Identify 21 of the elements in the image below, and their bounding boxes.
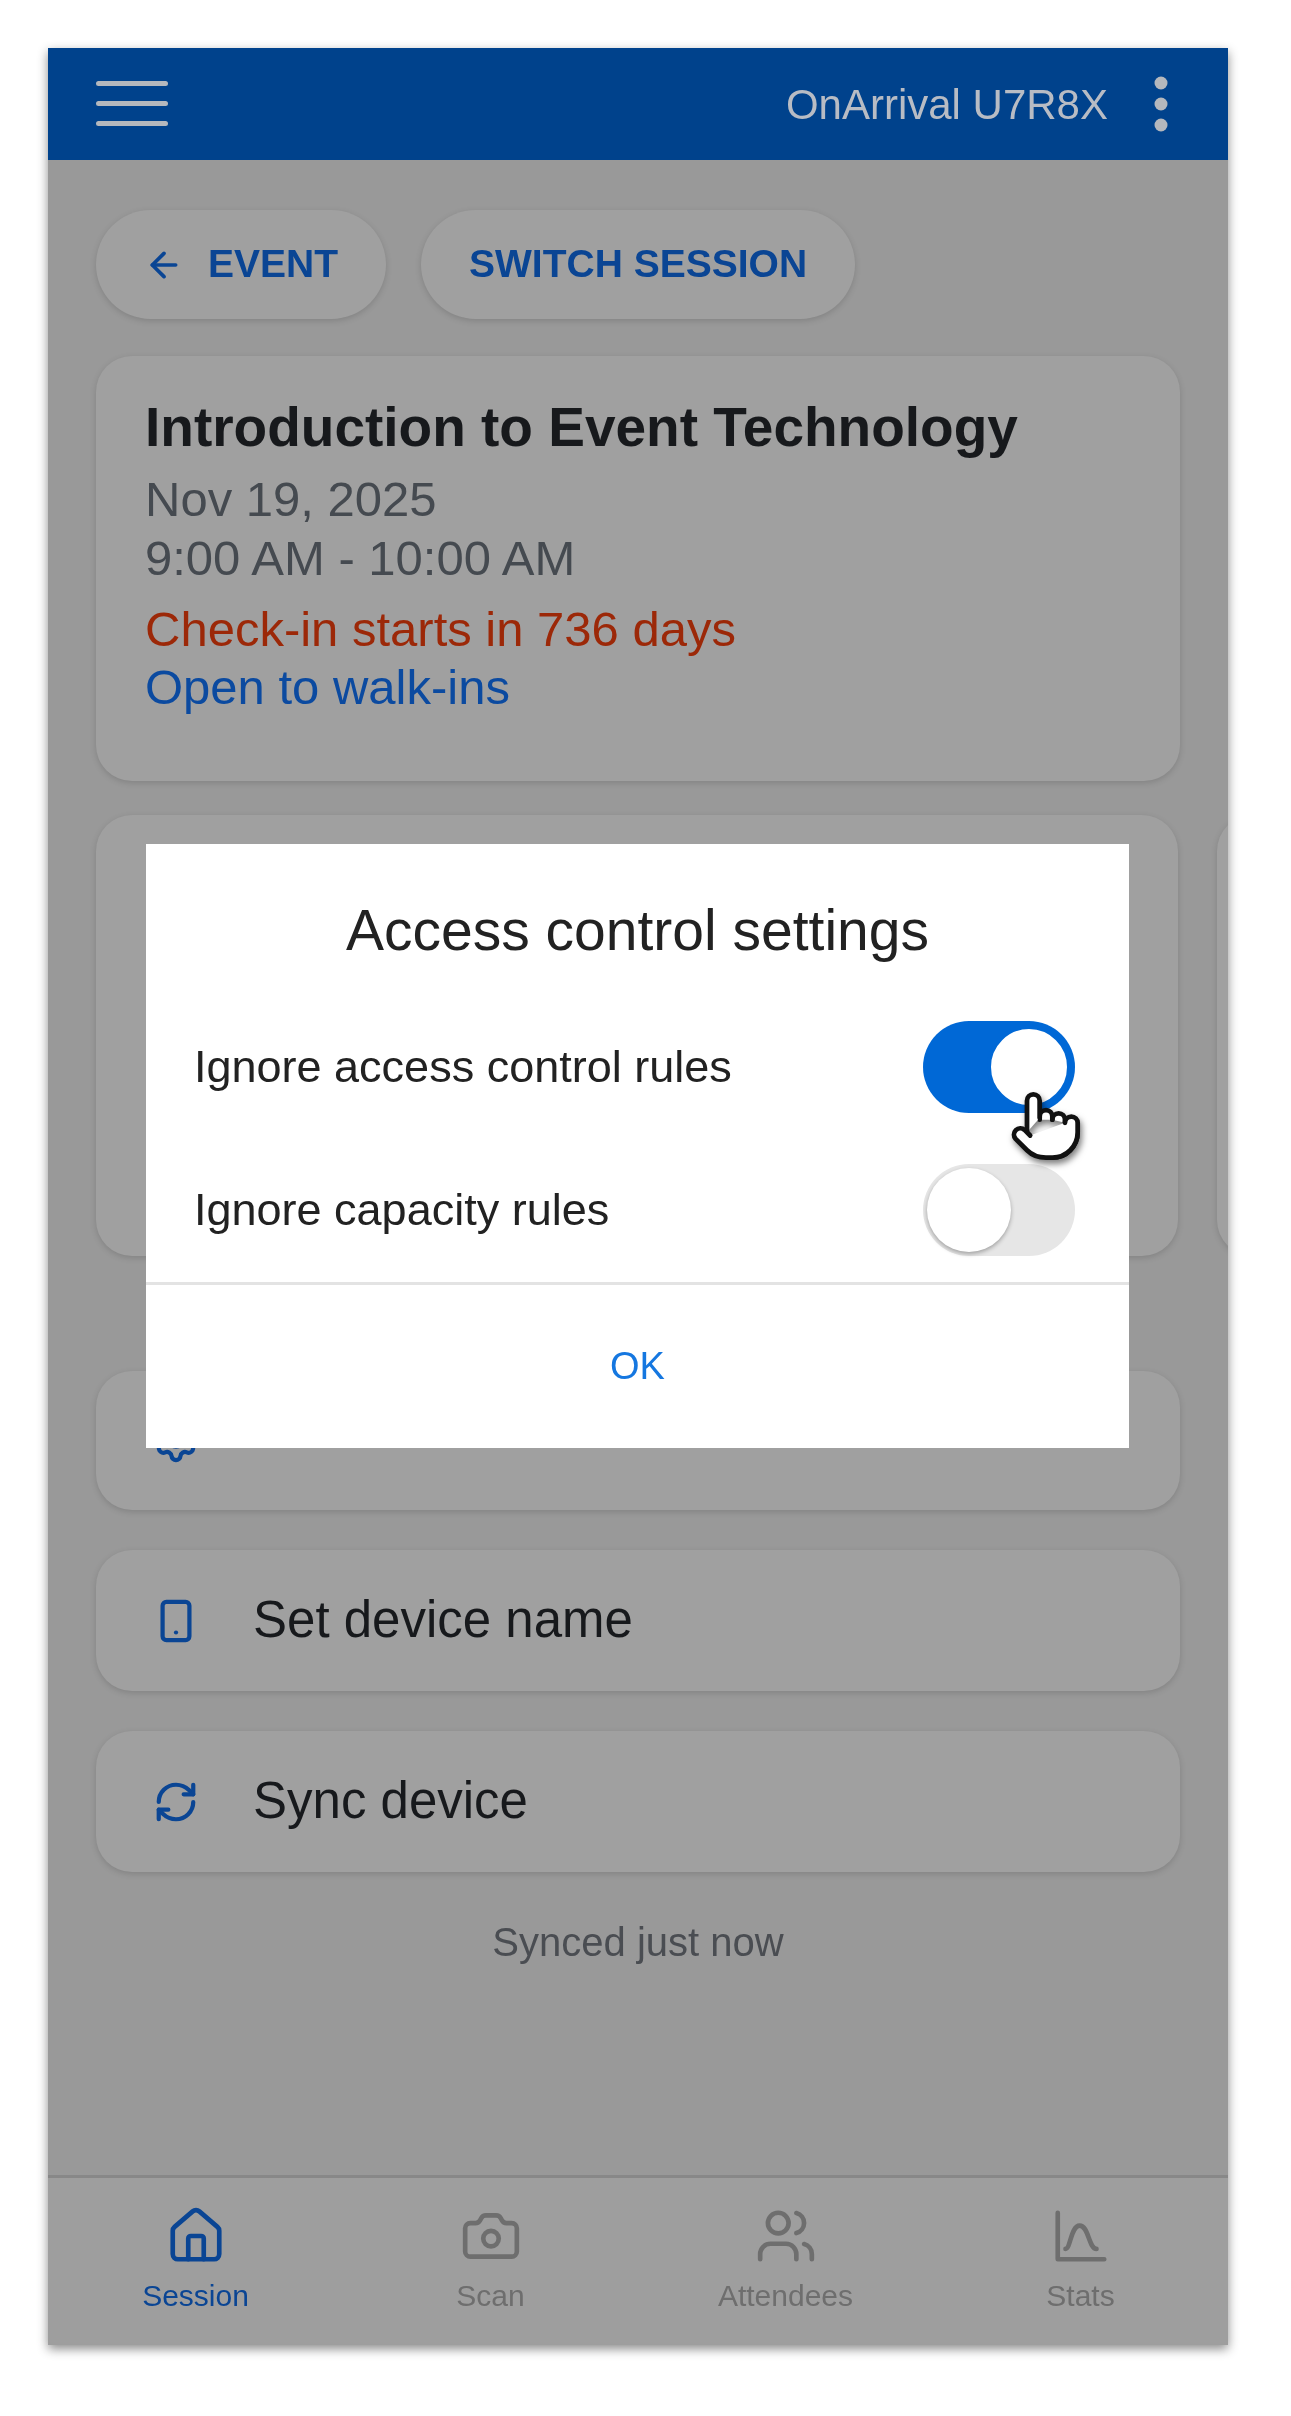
- session-date: Nov 19, 2025: [145, 471, 438, 528]
- nav-tab[interactable]: Session: [48, 2178, 343, 2345]
- walk-in-status: Open to walk-ins: [145, 659, 511, 717]
- back-button[interactable]: EVENT: [96, 210, 387, 319]
- action-label: Sync device: [253, 1771, 528, 1832]
- sync-status: Synced just now: [492, 1919, 784, 1966]
- action-label: Set device name: [253, 1590, 633, 1651]
- dialog-title: Access control settings: [346, 897, 929, 964]
- check-in-status: Check-in starts in 736 days: [145, 600, 737, 658]
- session-time: 9:00 AM - 10:00 AM: [145, 529, 577, 587]
- more-options-icon[interactable]: [1154, 76, 1168, 132]
- session-title: Introduction to Event Technology: [145, 395, 1019, 460]
- ok-button[interactable]: OK: [580, 1327, 695, 1405]
- action-item[interactable]: Sync device: [96, 1731, 1180, 1872]
- nav-label: Session: [142, 2278, 249, 2314]
- switch-session-button[interactable]: SWITCH SESSION: [421, 210, 856, 319]
- action-item[interactable]: Set device name: [96, 1550, 1180, 1691]
- app-title: OnArrival U7R8X: [785, 79, 1108, 130]
- menu-icon[interactable]: [96, 79, 168, 129]
- option-label: Ignore access control rules: [194, 1040, 732, 1095]
- option-label: Ignore capacity rules: [194, 1183, 610, 1238]
